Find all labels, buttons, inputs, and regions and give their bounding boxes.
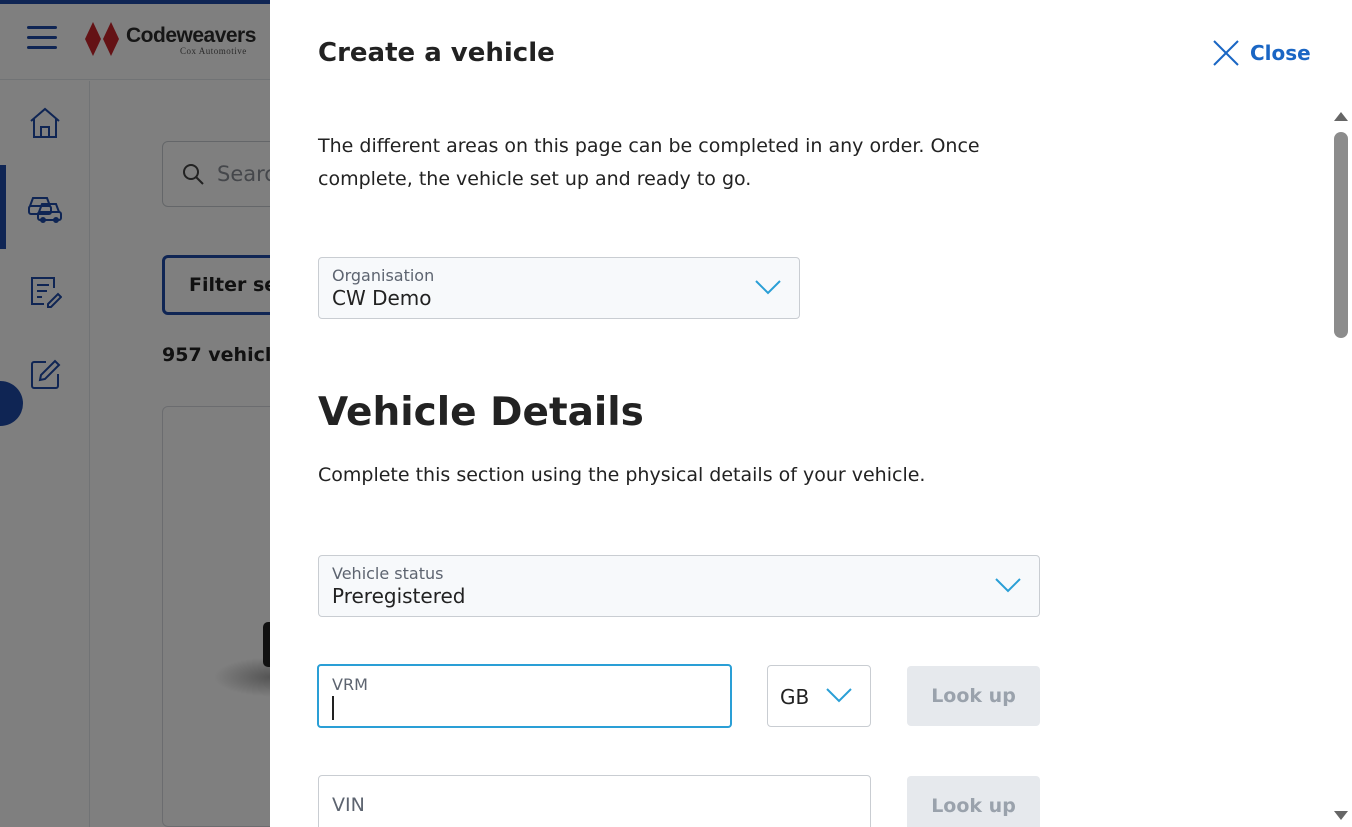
text-cursor (332, 696, 334, 720)
organisation-value: CW Demo (332, 286, 432, 310)
scrollbar[interactable] (1330, 110, 1352, 827)
panel-title: Create a vehicle (318, 38, 555, 68)
vrm-look-up-button[interactable]: Look up (907, 666, 1040, 726)
country-value: GB (780, 685, 810, 709)
scroll-down-arrow-icon[interactable] (1334, 811, 1348, 820)
vin-field[interactable]: VIN (318, 775, 871, 827)
scroll-up-arrow-icon[interactable] (1334, 112, 1348, 121)
close-icon (1213, 40, 1239, 66)
chevron-down-icon (826, 688, 852, 703)
vin-look-up-button[interactable]: Look up (907, 776, 1040, 827)
section-title: Vehicle Details (318, 390, 644, 435)
intro-text: The different areas on this page can be … (318, 135, 980, 190)
vehicle-status-label: Vehicle status (332, 564, 444, 583)
vrm-label: VRM (332, 675, 368, 694)
create-vehicle-panel: Create a vehicle Close The different are… (270, 0, 1352, 827)
vrm-field[interactable]: VRM (317, 664, 732, 728)
organisation-label: Organisation (332, 266, 435, 285)
close-button[interactable]: Close (1212, 38, 1311, 68)
scrollbar-thumb[interactable] (1334, 132, 1348, 338)
vehicle-status-value: Preregistered (332, 584, 466, 608)
chevron-down-icon (995, 578, 1021, 593)
section-description: Complete this section using the physical… (318, 464, 926, 486)
country-select[interactable]: GB (767, 665, 871, 727)
vin-placeholder: VIN (332, 794, 365, 816)
close-label: Close (1250, 41, 1311, 65)
vehicle-status-select[interactable]: Vehicle status Preregistered (318, 555, 1040, 617)
chevron-down-icon (755, 280, 781, 295)
organisation-select[interactable]: Organisation CW Demo (318, 257, 800, 319)
